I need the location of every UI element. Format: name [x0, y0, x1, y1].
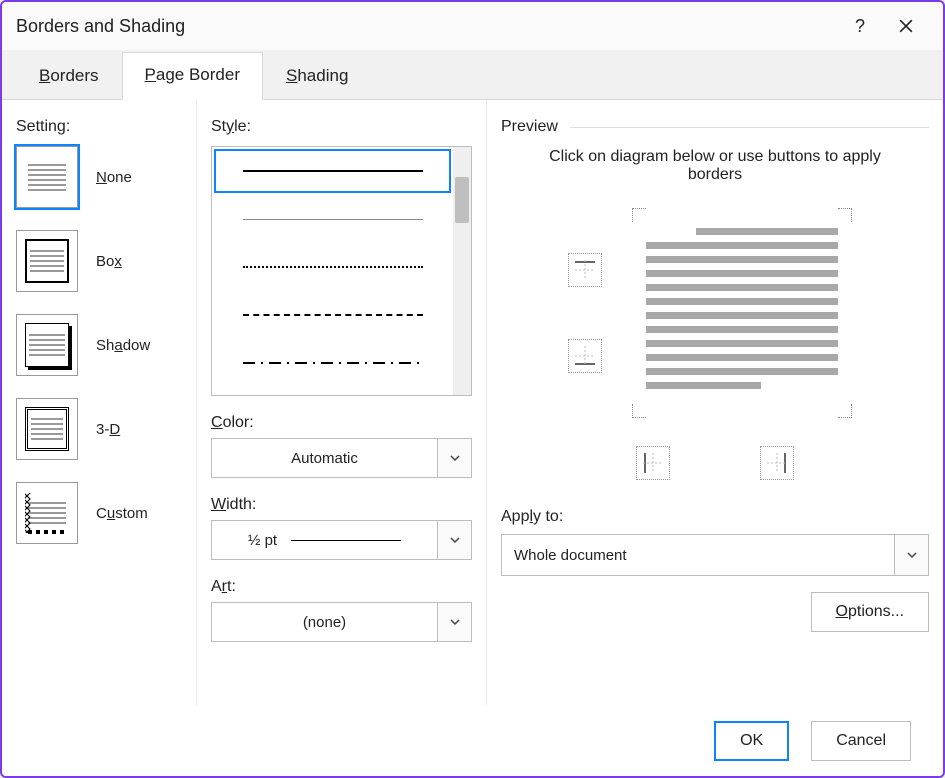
setting-option-label: Box: [96, 253, 122, 270]
border-right-button[interactable]: [760, 446, 794, 480]
width-combo[interactable]: ½ pt: [211, 520, 472, 560]
style-item-hair[interactable]: [212, 195, 453, 243]
setting-label: Setting:: [16, 118, 182, 136]
ok-button[interactable]: OK: [714, 721, 789, 761]
close-button[interactable]: [883, 2, 929, 50]
apply-to-combo[interactable]: Whole document: [501, 534, 929, 576]
color-value: Automatic: [212, 439, 437, 477]
titlebar: Borders and Shading ?: [2, 2, 943, 50]
style-item-dotted[interactable]: [212, 243, 453, 291]
style-item-dashed[interactable]: [212, 291, 453, 339]
preview-hint: Click on diagram below or use buttons to…: [541, 148, 889, 184]
apply-to-dropdown-button[interactable]: [894, 535, 928, 575]
art-dropdown-button[interactable]: [437, 603, 471, 641]
style-item-dashdot[interactable]: [212, 339, 453, 387]
help-button[interactable]: ?: [837, 2, 883, 50]
art-combo[interactable]: (none): [211, 602, 472, 642]
style-scrollbar[interactable]: [453, 147, 471, 395]
options-button[interactable]: Options...: [811, 592, 929, 632]
border-bottom-button[interactable]: [568, 339, 602, 373]
tab-bar: Borders Page Border Shading: [2, 50, 943, 100]
setting-option-label: None: [96, 169, 132, 186]
border-left-button[interactable]: [636, 446, 670, 480]
preview-label: Preview: [501, 118, 558, 136]
style-item-solid[interactable]: [212, 147, 453, 195]
style-column: Style: Color: Automatic Width: ½ pt: [197, 100, 487, 706]
tab-borders[interactable]: Borders: [16, 53, 122, 100]
style-label: Style:: [211, 118, 472, 136]
preview-column: Preview Click on diagram below or use bu…: [487, 100, 943, 706]
art-label: Art:: [211, 578, 472, 596]
setting-option-3d[interactable]: 3-D: [16, 398, 182, 460]
setting-column: Setting: None Box: [2, 100, 197, 706]
border-top-button[interactable]: [568, 253, 602, 287]
style-list[interactable]: [211, 146, 472, 396]
dialog-footer: OK Cancel: [2, 706, 943, 776]
width-value: ½ pt: [212, 521, 437, 559]
tab-shading[interactable]: Shading: [263, 53, 371, 100]
color-dropdown-button[interactable]: [437, 439, 471, 477]
apply-to-value: Whole document: [502, 535, 894, 575]
setting-option-none[interactable]: None: [16, 146, 182, 208]
setting-option-label: Shadow: [96, 337, 150, 354]
dialog-title: Borders and Shading: [16, 16, 837, 37]
setting-option-shadow[interactable]: Shadow: [16, 314, 182, 376]
borders-and-shading-dialog: Borders and Shading ? Borders Page Borde…: [0, 0, 945, 778]
width-dropdown-button[interactable]: [437, 521, 471, 559]
tab-page-border[interactable]: Page Border: [122, 52, 263, 100]
width-label: Width:: [211, 496, 472, 514]
setting-option-custom[interactable]: Custom: [16, 482, 182, 544]
preview-page[interactable]: [622, 198, 862, 428]
setting-option-box[interactable]: Box: [16, 230, 182, 292]
color-combo[interactable]: Automatic: [211, 438, 472, 478]
color-label: Color:: [211, 414, 472, 432]
art-value: (none): [212, 603, 437, 641]
setting-option-label: Custom: [96, 505, 148, 522]
setting-option-label: 3-D: [96, 421, 120, 438]
apply-to-label: Apply to:: [501, 508, 929, 526]
width-sample-icon: [291, 540, 401, 541]
cancel-button[interactable]: Cancel: [811, 721, 911, 761]
